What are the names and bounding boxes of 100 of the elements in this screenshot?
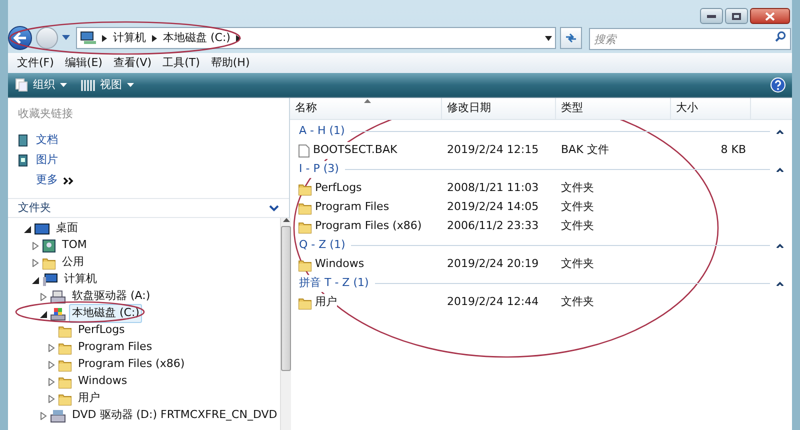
column-header[interactable]: 大小 [671, 98, 751, 119]
column-header[interactable]: 名称 [290, 98, 442, 119]
refresh-button[interactable] [560, 27, 582, 49]
address-bar[interactable]: 计算机 本地磁盘 (C:) [76, 27, 556, 49]
folder-icon [42, 256, 56, 270]
tree-item[interactable]: Windows [75, 372, 130, 391]
date-cell-text: 2006/11/2 23:33 [446, 218, 540, 234]
expanded-triangle-icon[interactable] [32, 276, 39, 284]
tree-item[interactable]: 计算机 [61, 270, 100, 289]
toolbar-button[interactable]: 视图 [81, 76, 134, 94]
folder-icon [58, 392, 72, 406]
computer-icon [42, 272, 58, 286]
tree-item[interactable]: Program Files [75, 338, 156, 357]
double-chevron-icon [63, 176, 74, 184]
collapsed-triangle-icon[interactable] [48, 344, 55, 352]
expanded-triangle-icon[interactable] [24, 224, 31, 232]
type-cell-text: 文件夹 [560, 256, 595, 272]
tree-item[interactable]: Program Files (x86) [75, 355, 188, 374]
chevron-right-icon [152, 34, 157, 42]
monitor-icon [34, 222, 50, 234]
favorite-link[interactable]: 文档 [36, 132, 58, 149]
scroll-up-icon [282, 218, 290, 222]
dvd-drive-icon [50, 408, 66, 422]
search-field[interactable]: 搜索 [589, 28, 791, 50]
help-icon [770, 77, 786, 93]
group-header[interactable]: I - P (3) [299, 161, 339, 178]
caret-icon [127, 83, 134, 87]
collapsed-triangle-icon[interactable] [40, 412, 47, 420]
folder-icon [58, 340, 72, 354]
date-cell-text: 2008/1/21 11:03 [446, 180, 540, 196]
forward-button[interactable] [36, 27, 58, 49]
sort-caret-icon [364, 99, 371, 103]
column-header[interactable]: 类型 [556, 98, 671, 119]
menu-item[interactable]: 编辑(E) [60, 54, 108, 72]
tree-item[interactable]: 公用 [59, 253, 87, 272]
caret-icon [60, 83, 67, 87]
menu-item[interactable]: 文件(F) [12, 54, 59, 72]
favorite-link[interactable]: 图片 [36, 152, 58, 169]
file-name[interactable]: BOOTSECT.BAK [313, 142, 398, 159]
collapse-chevron-icon[interactable] [776, 167, 784, 172]
arrow-left-icon [13, 32, 27, 44]
date-cell-text: 2019/2/24 14:05 [446, 199, 540, 216]
tree-item[interactable]: TOM [59, 236, 90, 255]
close-button[interactable] [750, 8, 790, 24]
more-link[interactable]: 更多 [36, 172, 74, 189]
collapsed-triangle-icon[interactable] [48, 394, 55, 402]
column-header[interactable]: 修改日期 [442, 98, 556, 119]
collapsed-triangle-icon[interactable] [32, 258, 39, 266]
tree-item[interactable]: 软盘驱动器 (A:) [69, 287, 154, 306]
folder-icon [298, 182, 312, 196]
chevron-right-icon [102, 34, 107, 42]
close-icon [765, 12, 775, 20]
computer-icon [80, 31, 96, 45]
pages-icon [14, 78, 28, 92]
dropdown-caret-icon[interactable] [62, 35, 70, 41]
type-cell-text: 文件夹 [560, 180, 595, 196]
date-cell-text: 2019/2/24 12:15 [446, 142, 540, 158]
chevron-down-icon [269, 204, 279, 212]
tree-item[interactable]: PerfLogs [75, 321, 128, 340]
user-icon [42, 238, 56, 252]
expanded-triangle-icon[interactable] [40, 310, 47, 318]
collapse-chevron-icon[interactable] [776, 243, 784, 248]
collapsed-triangle-icon[interactable] [48, 360, 55, 368]
section-heading: 文件夹 [18, 200, 51, 216]
collapsed-triangle-icon[interactable] [48, 378, 55, 386]
chevron-right-icon [236, 34, 242, 42]
minimize-button[interactable] [700, 8, 723, 24]
folder-icon [58, 358, 72, 372]
folder-icon [298, 258, 312, 272]
document-icon [18, 134, 28, 147]
picture-icon [18, 154, 28, 167]
collapse-chevron-icon[interactable] [776, 129, 784, 134]
breadcrumb-link[interactable]: 本地磁盘 (C:) [163, 30, 230, 46]
folder-icon [58, 374, 72, 388]
collapse-chevron-icon[interactable] [776, 281, 784, 286]
scrollbar-thumb[interactable] [281, 226, 292, 371]
type-cell-text: 文件夹 [560, 199, 595, 216]
type-cell-text: 文件夹 [560, 218, 595, 234]
folder-icon [58, 324, 72, 338]
tree-item[interactable]: 桌面 [53, 219, 81, 238]
tree-item[interactable]: DVD 驱动器 (D:) FRTMCXFRE_CN_DVD [69, 406, 280, 425]
section-heading: 收藏夹链接 [18, 106, 74, 122]
toolbar-button[interactable]: 组织 [14, 76, 67, 94]
menu-item[interactable]: 工具(T) [158, 54, 205, 72]
tree-item[interactable]: 本地磁盘 (C:) [69, 304, 142, 323]
date-cell-text: 2019/2/24 12:44 [446, 294, 540, 310]
file-icon [298, 144, 310, 158]
size-cell-text: 8 KB [720, 142, 747, 158]
search-icon[interactable] [775, 30, 786, 42]
collapsed-triangle-icon[interactable] [40, 292, 47, 300]
menu-item[interactable]: 帮助(H) [206, 54, 255, 72]
type-cell-text: BAK 文件 [560, 142, 610, 158]
collapsed-triangle-icon[interactable] [32, 242, 39, 250]
group-header[interactable]: 拼音 T - Z (1) [299, 275, 369, 292]
maximize-button[interactable] [725, 8, 748, 24]
tree-item[interactable]: 用户 [75, 389, 103, 408]
menu-item[interactable]: 查看(V) [108, 54, 157, 72]
folder-icon [298, 296, 312, 310]
breadcrumb-link[interactable]: 计算机 [113, 30, 146, 46]
drive-icon [50, 306, 66, 320]
